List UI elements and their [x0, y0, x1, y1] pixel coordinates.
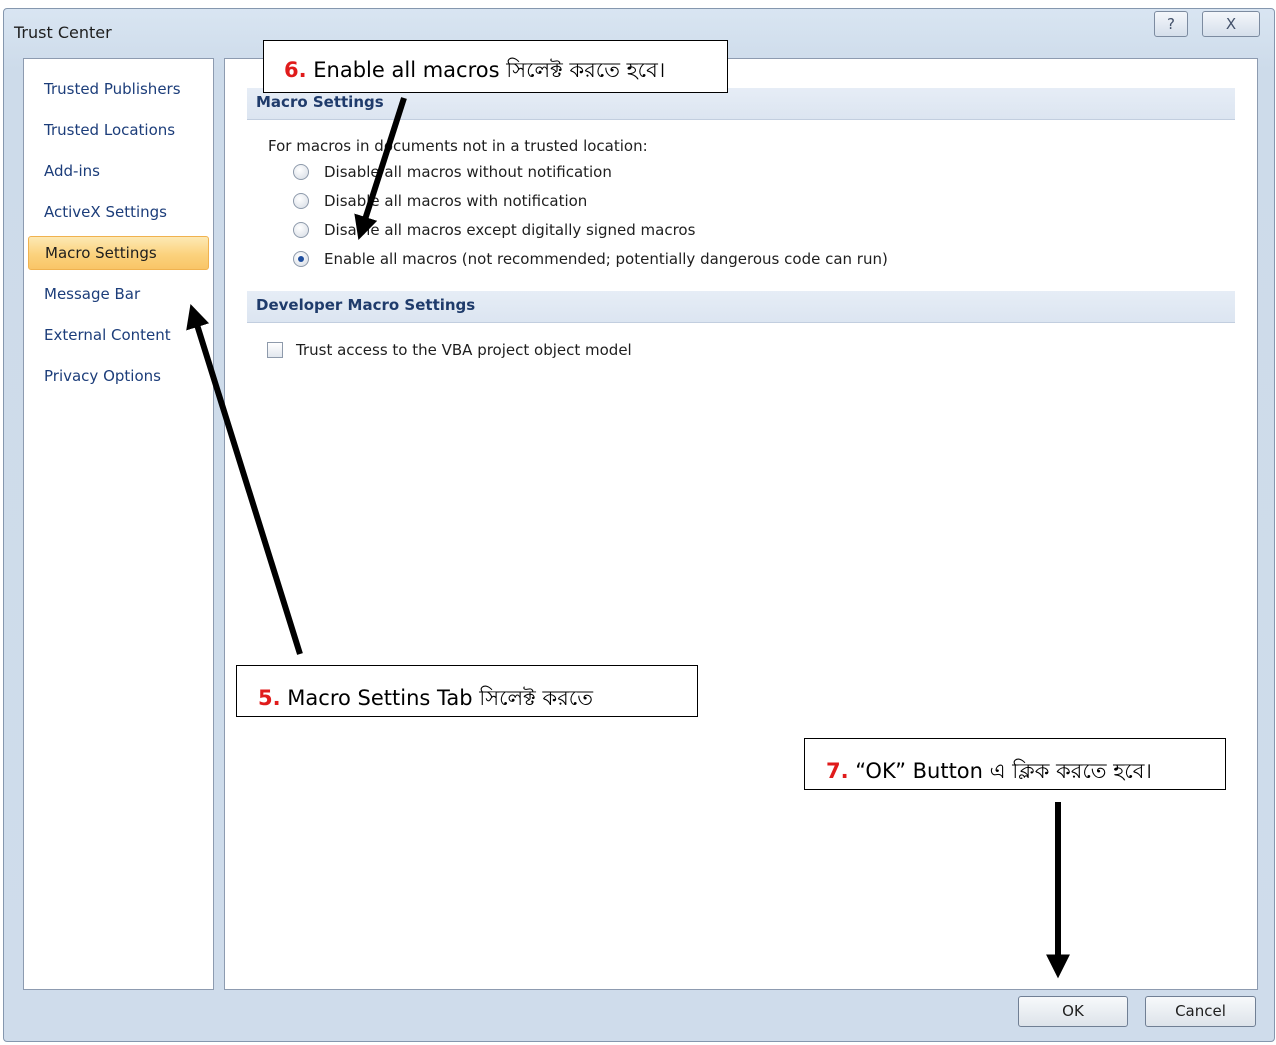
radio-disable-with-notification[interactable] — [293, 193, 309, 209]
callout-step-7-number: 7. — [826, 759, 849, 783]
radio-disable-except-signed[interactable] — [293, 222, 309, 238]
sidebar-nav: Trusted Publishers Trusted Locations Add… — [23, 58, 214, 990]
sidebar-item-privacy-options[interactable]: Privacy Options — [28, 360, 209, 394]
callout-step-7: 7. “OK” Button এ ক্লিক করতে হবে। — [804, 738, 1226, 790]
option-label-enable-all-macros[interactable]: Enable all macros (not recommended; pote… — [324, 250, 888, 268]
close-button[interactable]: X — [1202, 11, 1260, 37]
sidebar-item-trusted-locations[interactable]: Trusted Locations — [28, 114, 209, 148]
developer-macro-settings-header: Developer Macro Settings — [247, 291, 1235, 323]
sidebar-item-macro-settings[interactable]: Macro Settings — [28, 236, 209, 270]
radio-disable-no-notification[interactable] — [293, 164, 309, 180]
callout-step-7-text: “OK” Button এ ক্লিক করতে হবে। — [855, 759, 1152, 783]
cancel-button[interactable]: Cancel — [1145, 996, 1256, 1027]
callout-step-5-number: 5. — [258, 686, 281, 710]
callout-step-6: 6. Enable all macros সিলেক্ট করতে হবে। — [263, 40, 728, 93]
trust-vba-checkbox[interactable] — [267, 342, 283, 358]
sidebar-item-external-content[interactable]: External Content — [28, 319, 209, 353]
callout-step-5: 5. Macro Settins Tab সিলেক্ট করতে — [236, 665, 698, 717]
help-button[interactable]: ? — [1154, 11, 1188, 37]
sidebar-item-trusted-publishers[interactable]: Trusted Publishers — [28, 73, 209, 107]
ok-button[interactable]: OK — [1018, 996, 1128, 1027]
macro-intro-text: For macros in documents not in a trusted… — [268, 137, 648, 155]
window-title: Trust Center — [14, 23, 112, 42]
option-label-disable-no-notification[interactable]: Disable all macros without notification — [324, 163, 612, 181]
radio-enable-all-macros[interactable] — [293, 251, 309, 267]
sidebar-item-add-ins[interactable]: Add-ins — [28, 155, 209, 189]
settings-panel: Macro Settings For macros in documents n… — [224, 58, 1258, 990]
trust-vba-label[interactable]: Trust access to the VBA project object m… — [296, 341, 632, 359]
option-label-disable-with-notification[interactable]: Disable all macros with notification — [324, 192, 587, 210]
sidebar-item-message-bar[interactable]: Message Bar — [28, 278, 209, 312]
callout-step-5-text: Macro Settins Tab সিলেক্ট করতে — [287, 686, 593, 710]
sidebar-item-activex-settings[interactable]: ActiveX Settings — [28, 196, 209, 230]
option-label-disable-except-signed[interactable]: Disable all macros except digitally sign… — [324, 221, 695, 239]
callout-step-6-number: 6. — [284, 58, 307, 82]
callout-step-6-text: Enable all macros সিলেক্ট করতে হবে। — [313, 58, 666, 82]
